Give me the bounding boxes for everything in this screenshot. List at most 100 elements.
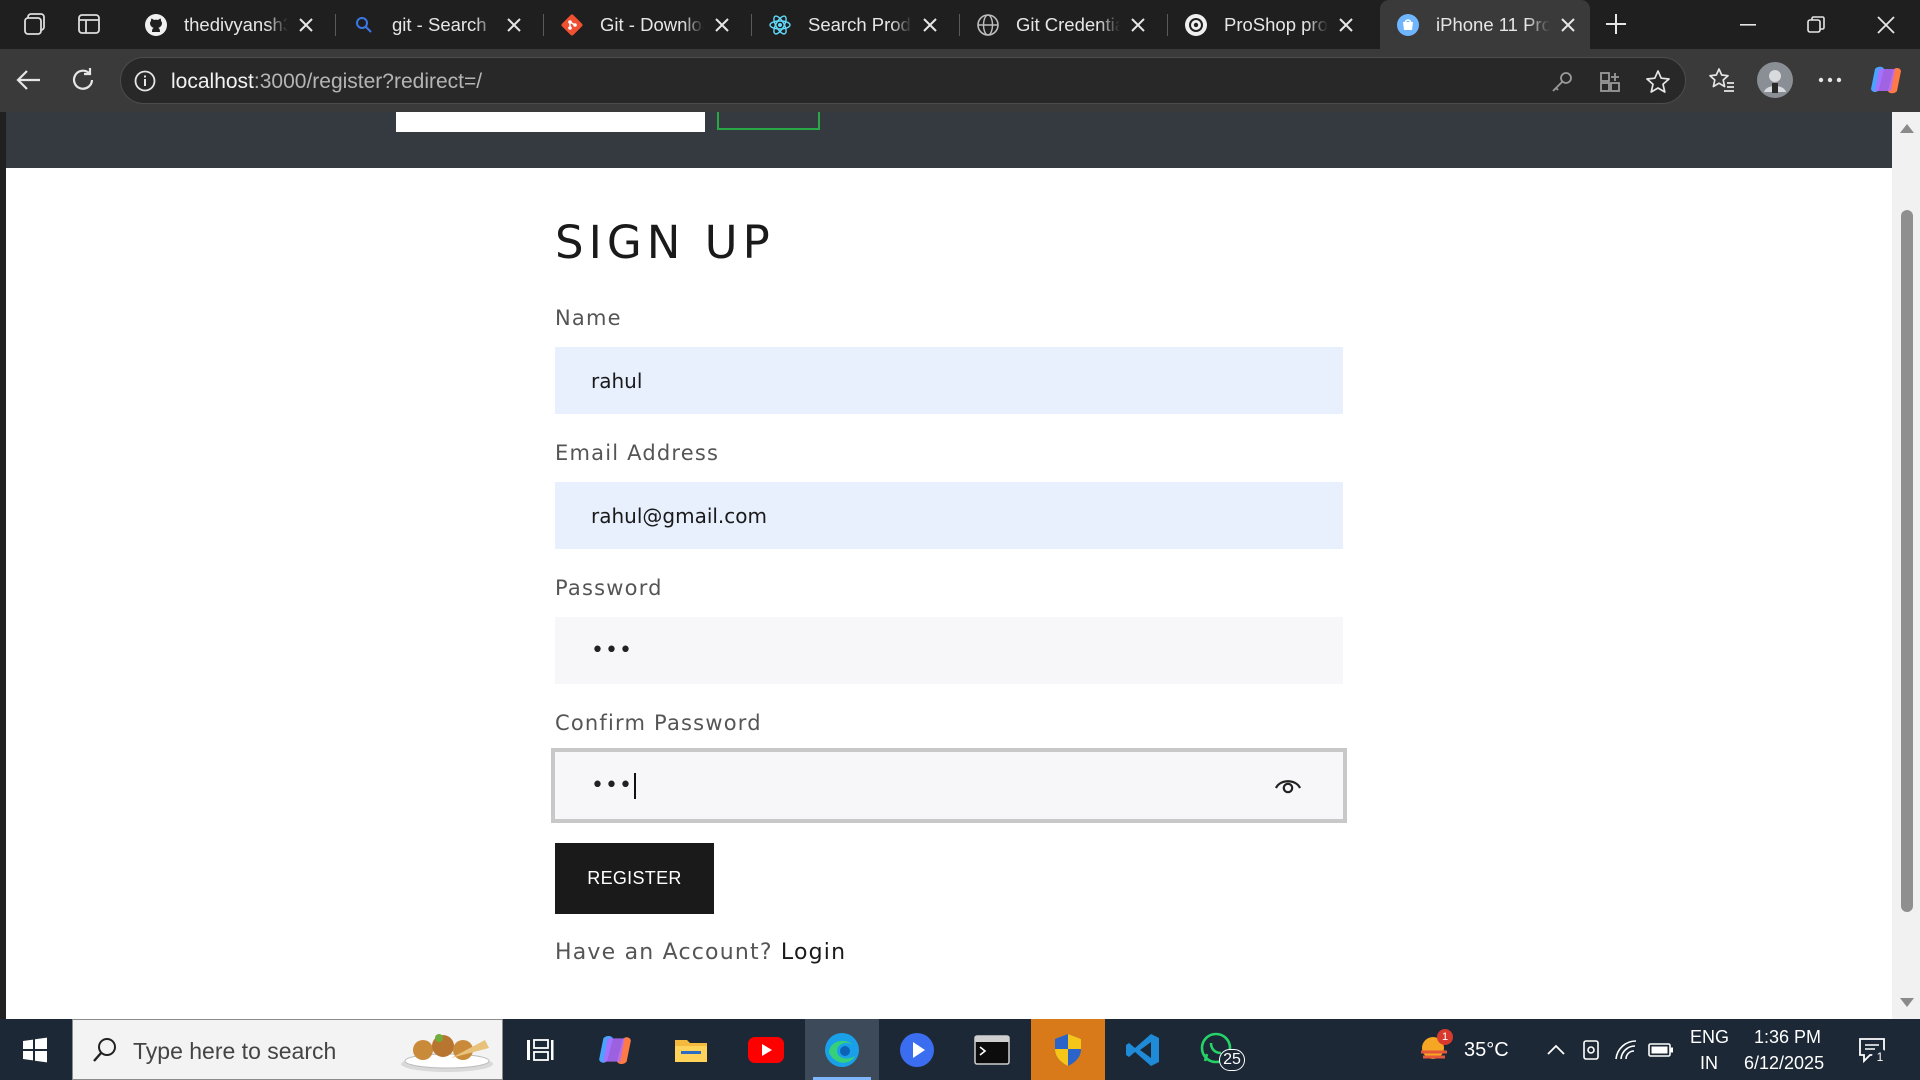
text-cursor bbox=[633, 772, 636, 799]
task-view-button[interactable] bbox=[503, 1019, 577, 1080]
tab-search-products[interactable]: Search Products bbox=[752, 4, 952, 45]
close-tab-icon[interactable] bbox=[708, 11, 736, 39]
favorite-star-icon[interactable] bbox=[1644, 68, 1672, 96]
close-tab-icon[interactable] bbox=[916, 11, 944, 39]
email-field[interactable]: rahul@gmail.com bbox=[555, 482, 1343, 549]
login-link[interactable]: Login bbox=[781, 940, 846, 965]
url-host: localhost bbox=[171, 70, 254, 93]
minimize-button[interactable] bbox=[1714, 0, 1782, 49]
folder-icon bbox=[675, 1039, 707, 1062]
close-icon bbox=[1877, 15, 1895, 34]
site-info-icon[interactable] bbox=[133, 69, 157, 93]
close-tab-icon[interactable] bbox=[1554, 11, 1582, 39]
tab-actions-button[interactable] bbox=[69, 6, 109, 42]
email-value: rahul@gmail.com bbox=[591, 503, 768, 528]
scrollbar-thumb[interactable] bbox=[1901, 210, 1913, 912]
email-label: Email Address bbox=[555, 441, 720, 465]
tab-github[interactable]: thedivyansh31 bbox=[128, 4, 328, 45]
globe-icon bbox=[976, 13, 1000, 37]
edge-icon bbox=[825, 1032, 859, 1067]
edge-button[interactable] bbox=[805, 1019, 879, 1080]
register-button[interactable]: REGISTER bbox=[555, 843, 714, 914]
name-label: Name bbox=[555, 306, 622, 330]
terminal-icon bbox=[974, 1034, 1010, 1065]
close-tab-icon[interactable] bbox=[292, 11, 320, 39]
tab-proshop-project[interactable]: ProShop project bbox=[1168, 4, 1368, 45]
copilot-taskbar-button[interactable] bbox=[578, 1019, 652, 1080]
scroll-up-arrow-icon[interactable] bbox=[1900, 124, 1914, 133]
url-text: localhost:3000/register?redirect=/ bbox=[171, 70, 482, 94]
url-path: :3000/register?redirect=/ bbox=[253, 70, 483, 93]
start-button[interactable] bbox=[0, 1019, 70, 1080]
whatsapp-button[interactable]: 25 bbox=[1181, 1019, 1255, 1080]
weather-button[interactable]: 1 bbox=[1417, 1029, 1453, 1065]
battery-button[interactable] bbox=[1648, 1037, 1674, 1063]
security-button[interactable] bbox=[1031, 1019, 1105, 1080]
taskbar-search-box[interactable]: Type here to search bbox=[72, 1019, 503, 1080]
tab-iphone-11-pro[interactable]: iPhone 11 Pro bbox=[1380, 0, 1590, 49]
react-icon bbox=[768, 13, 792, 37]
workspaces-icon bbox=[24, 13, 45, 35]
clock-date[interactable]: 6/12/2025 bbox=[1744, 1053, 1824, 1074]
vscode-button[interactable] bbox=[1106, 1019, 1180, 1080]
show-password-eye-icon[interactable] bbox=[1273, 774, 1303, 798]
terminal-button[interactable] bbox=[955, 1019, 1029, 1080]
new-tab-button[interactable] bbox=[1596, 6, 1636, 42]
windows-taskbar: Type here to search 25 1 35°C ENG IN 1:3… bbox=[0, 1019, 1920, 1080]
notifications-button[interactable]: 1 bbox=[1856, 1035, 1888, 1065]
language-line-1[interactable]: ENG bbox=[1690, 1027, 1729, 1048]
restore-button[interactable] bbox=[1782, 0, 1850, 49]
chatgpt-icon bbox=[1184, 13, 1208, 37]
page-title: SIGN UP bbox=[555, 216, 775, 269]
shop-icon bbox=[1396, 13, 1420, 37]
address-bar[interactable]: localhost:3000/register?redirect=/ bbox=[120, 57, 1686, 104]
search-submit-button[interactable] bbox=[717, 112, 820, 130]
page-scrollbar[interactable] bbox=[1892, 112, 1920, 1019]
file-explorer-button[interactable] bbox=[654, 1019, 728, 1080]
apps-icon[interactable] bbox=[1596, 68, 1624, 96]
device-status-button[interactable] bbox=[1578, 1037, 1604, 1063]
more-horizontal-icon bbox=[1818, 77, 1842, 83]
show-hidden-icons-button[interactable] bbox=[1543, 1037, 1569, 1063]
clock-time[interactable]: 1:36 PM bbox=[1754, 1027, 1821, 1048]
copilot-button[interactable] bbox=[1865, 59, 1907, 101]
language-line-2[interactable]: IN bbox=[1700, 1053, 1718, 1074]
confirm-password-value: ••• bbox=[591, 773, 633, 798]
confirm-password-field[interactable]: ••• bbox=[551, 748, 1347, 823]
youtube-icon bbox=[748, 1036, 784, 1063]
browser-toolbar: localhost:3000/register?redirect=/ bbox=[0, 49, 1920, 112]
media-player-button[interactable] bbox=[880, 1019, 954, 1080]
close-tab-icon[interactable] bbox=[1332, 11, 1360, 39]
close-window-button[interactable] bbox=[1852, 0, 1920, 49]
tab-title: Git - Downloads bbox=[600, 13, 704, 35]
tab-git-search[interactable]: git - Search bbox=[336, 4, 536, 45]
close-tab-icon[interactable] bbox=[500, 11, 528, 39]
search-highlight-food-icon bbox=[401, 1034, 493, 1072]
have-account-line: Have an Account? Login bbox=[555, 940, 846, 965]
vscode-icon bbox=[1126, 1033, 1159, 1066]
temperature-text: 35°C bbox=[1464, 1039, 1509, 1061]
workspaces-button[interactable] bbox=[15, 6, 55, 42]
favorites-button[interactable] bbox=[1701, 59, 1743, 101]
scroll-down-arrow-icon[interactable] bbox=[1900, 998, 1914, 1007]
tab-title: iPhone 11 Pro bbox=[1436, 13, 1550, 35]
profile-button[interactable] bbox=[1754, 59, 1796, 101]
name-value: rahul bbox=[591, 368, 643, 393]
tab-git-downloads[interactable]: Git - Downloads bbox=[544, 4, 744, 45]
product-search-input[interactable] bbox=[396, 112, 705, 132]
name-field[interactable]: rahul bbox=[555, 347, 1343, 414]
password-key-icon[interactable] bbox=[1548, 68, 1576, 96]
search-placeholder: Type here to search bbox=[133, 1038, 337, 1064]
back-button[interactable] bbox=[8, 59, 50, 101]
password-field[interactable]: ••• bbox=[555, 617, 1343, 684]
youtube-button[interactable] bbox=[729, 1019, 803, 1080]
tab-git-credential[interactable]: Git Credential bbox=[960, 4, 1160, 45]
more-menu-button[interactable] bbox=[1809, 59, 1851, 101]
back-arrow-icon bbox=[16, 70, 40, 90]
network-button[interactable] bbox=[1613, 1037, 1639, 1063]
confirm-password-label: Confirm Password bbox=[555, 711, 762, 735]
refresh-button[interactable] bbox=[62, 59, 104, 101]
tab-title: ProShop project bbox=[1224, 13, 1328, 35]
close-tab-icon[interactable] bbox=[1124, 11, 1152, 39]
copilot-icon bbox=[1871, 66, 1901, 94]
